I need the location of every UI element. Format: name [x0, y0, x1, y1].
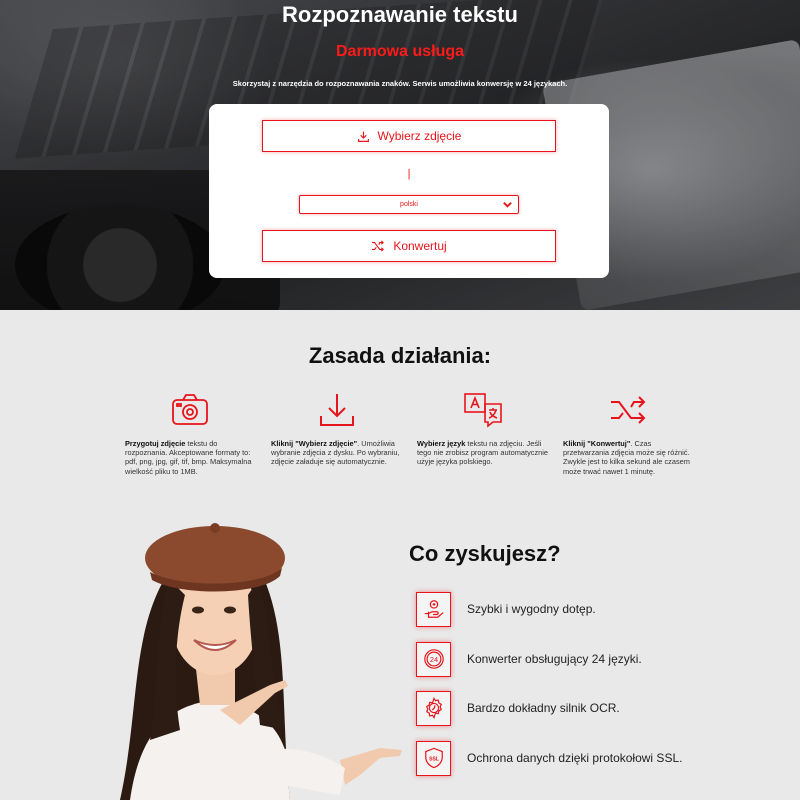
hand-coin-icon	[424, 600, 444, 618]
hero-description: Skorzystaj z narzędzia do rozpoznawania …	[232, 79, 568, 88]
choose-image-button[interactable]: Wybierz zdjęcie	[262, 120, 556, 152]
step-4-text: Kliknij "Konwertuj". Czas przetwarzania …	[563, 439, 698, 476]
svg-text:SSL: SSL	[429, 756, 439, 762]
step-2-bold: Kliknij "Wybierz zdjęcie"	[271, 439, 358, 448]
convert-label: Konwertuj	[393, 239, 447, 253]
shuffle-icon	[611, 396, 646, 424]
benefit-item: SSL Ochrona danych dzięki protokołowi SS…	[416, 740, 756, 776]
benefit-text: Ochrona danych dzięki protokołowi SSL.	[467, 751, 683, 765]
step-1-text: Przygotuj zdjęcie tekstu do rozpoznania.…	[125, 439, 260, 476]
benefit-icon-box: 24	[416, 641, 451, 677]
download-icon	[357, 131, 369, 142]
benefit-text: Szybki i wygodny dotęp.	[467, 602, 596, 616]
language-selected-value: polski	[400, 201, 418, 208]
language-select[interactable]: polski	[299, 195, 519, 214]
step-1-bold: Przygotuj zdjęcie	[125, 439, 186, 448]
step-2-text: Kliknij "Wybierz zdjęcie". Umożliwia wyb…	[271, 439, 406, 467]
page-title: Rozpoznawanie tekstu	[282, 2, 518, 27]
ssl-shield-icon: SSL	[424, 747, 443, 769]
camera-icon	[172, 394, 208, 425]
chevron-down-icon	[503, 202, 512, 208]
hero-banner: Rozpoznawanie tekstu Darmowa usługa Skor…	[0, 0, 800, 310]
svg-text:24: 24	[429, 655, 437, 664]
smiling-woman-illustration	[120, 523, 402, 800]
step-4-bold: Kliknij "Konwertuj"	[563, 439, 631, 448]
24-hours-icon: 24	[423, 649, 444, 669]
benefit-item: Szybki i wygodny dotęp.	[416, 591, 756, 627]
how-it-works-title: Zasada działania:	[308, 343, 492, 368]
file-name-indicator: |	[407, 168, 411, 180]
benefit-icon-box	[416, 591, 451, 627]
benefits-title: Co zyskujesz?	[409, 541, 561, 566]
benefit-item: Bardzo dokładny silnik OCR.	[416, 690, 756, 726]
step-convert: Kliknij "Konwertuj". Czas przetwarzania …	[563, 392, 698, 476]
benefit-icon-box	[416, 690, 451, 726]
gear-icon	[425, 697, 442, 719]
benefit-item: 24 Konwerter obsługujący 24 języki.	[416, 641, 756, 677]
step-3-bold: Wybierz język	[417, 439, 466, 448]
step-3-text: Wybierz język tekstu na zdjęciu. Jeśli t…	[417, 439, 552, 467]
convert-button[interactable]: Konwertuj	[262, 230, 556, 262]
step-prepare-image: Przygotuj zdjęcie tekstu do rozpoznania.…	[125, 392, 260, 476]
step-choose-image: Kliknij "Wybierz zdjęcie". Umożliwia wyb…	[271, 392, 406, 467]
benefit-text: Konwerter obsługujący 24 języki.	[467, 652, 642, 666]
hero-subtitle: Darmowa usługa	[335, 43, 465, 60]
benefit-text: Bardzo dokładny silnik OCR.	[467, 701, 620, 715]
choose-image-label: Wybierz zdjęcie	[377, 129, 462, 143]
benefit-icon-box: SSL	[416, 740, 451, 776]
shuffle-icon	[372, 240, 385, 252]
upload-card: Wybierz zdjęcie | polski Konwertuj	[209, 104, 609, 278]
translate-icon	[464, 393, 502, 428]
download-icon	[320, 394, 354, 426]
step-choose-language: Wybierz język tekstu na zdjęciu. Jeśli t…	[417, 392, 552, 467]
